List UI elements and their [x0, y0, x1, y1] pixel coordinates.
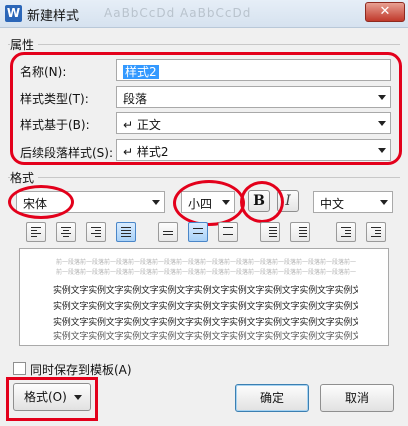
chevron-down-icon [152, 200, 160, 205]
preview-previous-paragraph: 前一段落前一段落前一段落前一段落前一段落前一段落前一段落前一段落前一段落前一段落… [56, 259, 356, 266]
preview-previous-paragraph: 前一段落前一段落前一段落前一段落前一段落前一段落前一段落前一段落前一段落前一段落… [56, 269, 356, 276]
align-center-button[interactable] [56, 222, 76, 242]
align-justify-icon [121, 227, 131, 239]
increase-indent-button[interactable] [366, 222, 386, 242]
double-spacing-button[interactable] [218, 222, 238, 242]
single-spacing-button[interactable] [158, 222, 178, 242]
align-left-icon [31, 227, 41, 239]
format-group-label: 格式 [10, 169, 39, 186]
decrease-indent-icon [341, 227, 351, 239]
one-half-spacing-button[interactable] [188, 222, 208, 242]
title-bar: W 新建样式 AaBbCcDd AaBbCcDd ✕ [0, 0, 408, 28]
bold-highlight-annotation [240, 181, 284, 223]
double-spacing-icon [223, 227, 233, 237]
preview-sample-line: 实例文字实例文字实例文字实例文字实例文字实例文字实例文字实例文字实例文字实例文字… [53, 318, 358, 328]
close-button[interactable]: ✕ [365, 2, 405, 22]
decrease-indent-button[interactable] [336, 222, 356, 242]
italic-icon: I [285, 193, 291, 209]
chevron-down-icon [380, 200, 388, 205]
single-spacing-icon [163, 231, 173, 237]
preview-sample-line: 实例文字实例文字实例文字实例文字实例文字实例文字实例文字实例文字实例文字实例文字… [53, 332, 358, 342]
close-icon: ✕ [379, 4, 391, 19]
app-icon: W [5, 5, 22, 22]
preview-sample-line: 实例文字实例文字实例文字实例文字实例文字实例文字实例文字实例文字实例文字实例文字… [53, 302, 358, 312]
language-value: 中文 [320, 197, 345, 211]
format-group-line [8, 177, 400, 178]
properties-group-line [8, 44, 400, 45]
space-after-button[interactable] [290, 222, 310, 242]
format-menu-highlight-annotation [6, 377, 98, 421]
increase-indent-icon [371, 227, 381, 239]
cancel-button[interactable]: 取消 [320, 384, 394, 412]
style-preview: 前一段落前一段落前一段落前一段落前一段落前一段落前一段落前一段落前一段落前一段落… [19, 248, 389, 346]
properties-highlight-annotation [10, 52, 402, 165]
align-left-button[interactable] [26, 222, 46, 242]
align-center-icon [61, 227, 71, 239]
space-after-icon [299, 227, 307, 239]
align-right-icon [91, 227, 101, 239]
language-select[interactable]: 中文 [313, 191, 393, 213]
font-size-highlight-annotation [173, 180, 245, 226]
window-title: 新建样式 [27, 9, 80, 24]
ok-button[interactable]: 确定 [235, 384, 309, 412]
faded-title-text: AaBbCcDd AaBbCcDd [104, 6, 252, 20]
properties-group-label: 属性 [10, 36, 39, 53]
font-highlight-annotation [8, 185, 74, 219]
save-to-template-label: 同时保存到模板(A) [30, 363, 132, 377]
space-before-icon [269, 227, 277, 239]
preview-sample-line: 实例文字实例文字实例文字实例文字实例文字实例文字实例文字实例文字实例文字实例文字… [53, 286, 358, 296]
space-before-button[interactable] [260, 222, 280, 242]
align-justify-button[interactable] [116, 222, 136, 242]
one-half-spacing-icon [193, 228, 203, 236]
save-to-template-checkbox[interactable] [13, 362, 26, 375]
align-right-button[interactable] [86, 222, 106, 242]
